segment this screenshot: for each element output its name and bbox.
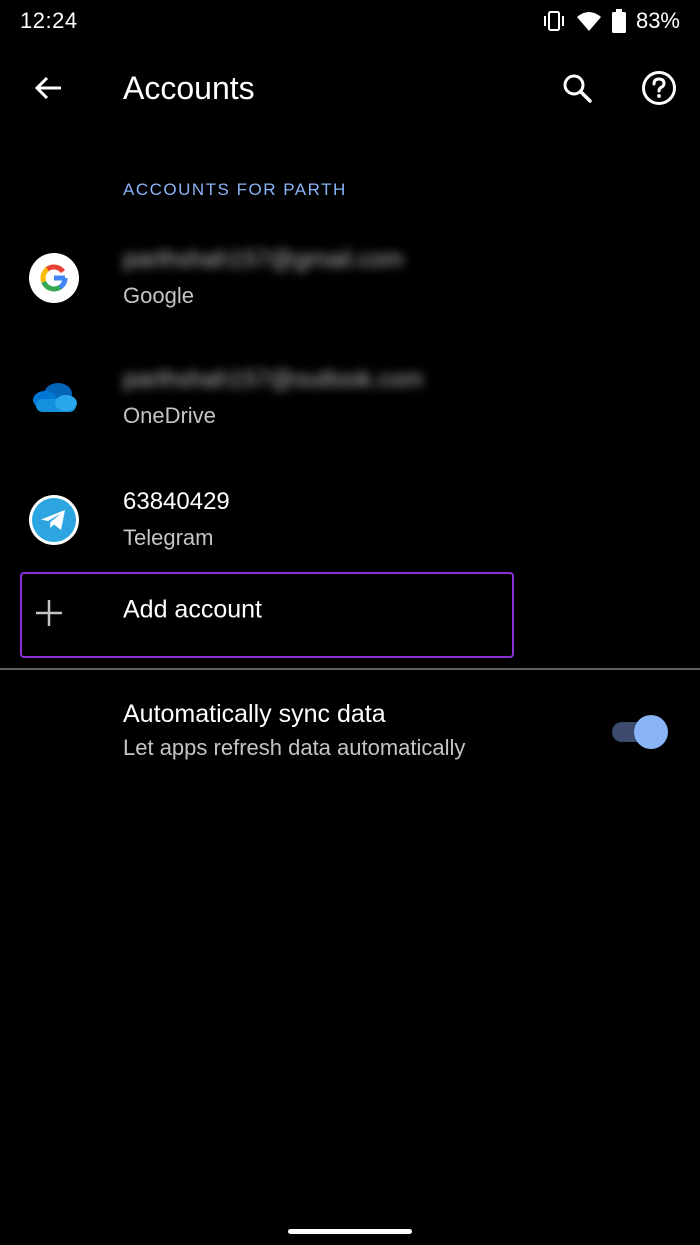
account-id: 63840429 xyxy=(123,488,230,515)
page-title: Accounts xyxy=(123,70,255,106)
auto-sync-setting[interactable]: Automatically sync data Let apps refresh… xyxy=(0,690,700,780)
plus-icon xyxy=(34,600,64,642)
divider xyxy=(0,668,700,670)
onedrive-icon xyxy=(28,372,80,424)
account-type: Telegram xyxy=(123,525,214,550)
battery-percent: 83% xyxy=(635,8,680,33)
status-icons: 83% xyxy=(542,8,680,34)
help-icon xyxy=(641,70,677,111)
account-row-onedrive[interactable]: parthshah157@outlook.com OneDrive xyxy=(0,342,700,452)
search-icon xyxy=(561,72,593,109)
gesture-nav-handle[interactable] xyxy=(288,1229,412,1234)
section-header: ACCOUNTS FOR PARTH xyxy=(123,180,347,199)
account-email: parthshah157@outlook.com xyxy=(123,366,424,393)
battery-icon xyxy=(611,9,626,33)
wifi-icon xyxy=(576,10,602,32)
telegram-icon xyxy=(28,494,80,546)
toggle-thumb xyxy=(634,715,668,749)
add-account-label: Add account xyxy=(123,595,262,624)
account-type: Google xyxy=(123,283,194,308)
account-email: parthshah157@gmail.com xyxy=(123,246,404,273)
status-time: 12:24 xyxy=(20,8,78,33)
app-bar: Accounts xyxy=(0,56,700,124)
account-row-google[interactable]: parthshah157@gmail.com Google xyxy=(0,222,700,332)
status-bar: 12:24 83% xyxy=(0,0,700,44)
back-button[interactable] xyxy=(22,68,74,112)
sync-title: Automatically sync data xyxy=(123,700,386,728)
auto-sync-toggle[interactable] xyxy=(608,712,670,750)
add-account-button[interactable]: Add account xyxy=(20,572,514,658)
google-icon xyxy=(28,252,80,304)
back-arrow-icon xyxy=(33,75,63,106)
sync-subtitle: Let apps refresh data automatically xyxy=(123,735,466,760)
vibrate-icon xyxy=(542,10,566,32)
account-row-telegram[interactable]: 63840429 Telegram xyxy=(0,464,700,574)
account-type: OneDrive xyxy=(123,403,216,428)
search-button[interactable] xyxy=(552,66,602,114)
help-button[interactable] xyxy=(634,66,684,114)
